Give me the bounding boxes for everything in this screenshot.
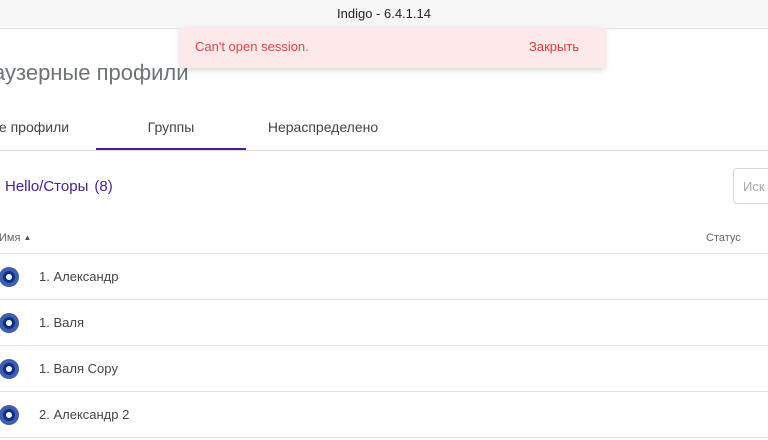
column-header-name[interactable]: Имя ▲	[0, 232, 31, 244]
table-row[interactable]: 2. Александр 2	[0, 392, 768, 438]
profile-list: 1. Александр 1. Валя 1. Валя Copy 2. Але…	[0, 254, 768, 438]
window-titlebar: Indigo - 6.4.1.14	[0, 0, 768, 29]
group-heading: Hello/Сторы (8)	[5, 178, 113, 195]
table-row[interactable]: 1. Александр	[0, 254, 768, 300]
column-header-name-label: Имя	[0, 232, 21, 244]
group-count: (8)	[94, 178, 113, 195]
column-header-status[interactable]: Статус	[706, 232, 741, 244]
page-title: аузерные профили	[0, 60, 189, 85]
table-header: Имя ▲ Статус	[0, 222, 768, 254]
tab-unassigned[interactable]: Нераспределено	[246, 104, 400, 150]
group-name: Hello/Сторы	[5, 178, 89, 195]
tab-profiles[interactable]: е профили	[0, 104, 84, 150]
search-input[interactable]	[733, 168, 768, 204]
window-title: Indigo - 6.4.1.14	[337, 6, 431, 21]
profile-ring-icon	[0, 405, 19, 425]
profile-ring-icon	[0, 359, 19, 379]
profile-name: 1. Александр	[39, 269, 119, 284]
error-toast: Can't open session. Закрыть	[180, 28, 605, 68]
table-row[interactable]: 1. Валя	[0, 300, 768, 346]
profile-name: 1. Валя	[39, 315, 84, 330]
toast-message: Can't open session.	[195, 39, 309, 54]
profile-name: 2. Александр 2	[39, 407, 130, 422]
table-row[interactable]: 1. Валя Copy	[0, 346, 768, 392]
tab-bar: е профили Группы Нераспределено	[0, 104, 768, 151]
profile-ring-icon	[0, 267, 19, 287]
profile-name: 1. Валя Copy	[39, 361, 118, 376]
sort-ascending-icon: ▲	[23, 233, 32, 242]
toast-close-button[interactable]: Закрыть	[529, 39, 579, 54]
profile-ring-icon	[0, 313, 19, 333]
tab-groups[interactable]: Группы	[96, 104, 246, 150]
